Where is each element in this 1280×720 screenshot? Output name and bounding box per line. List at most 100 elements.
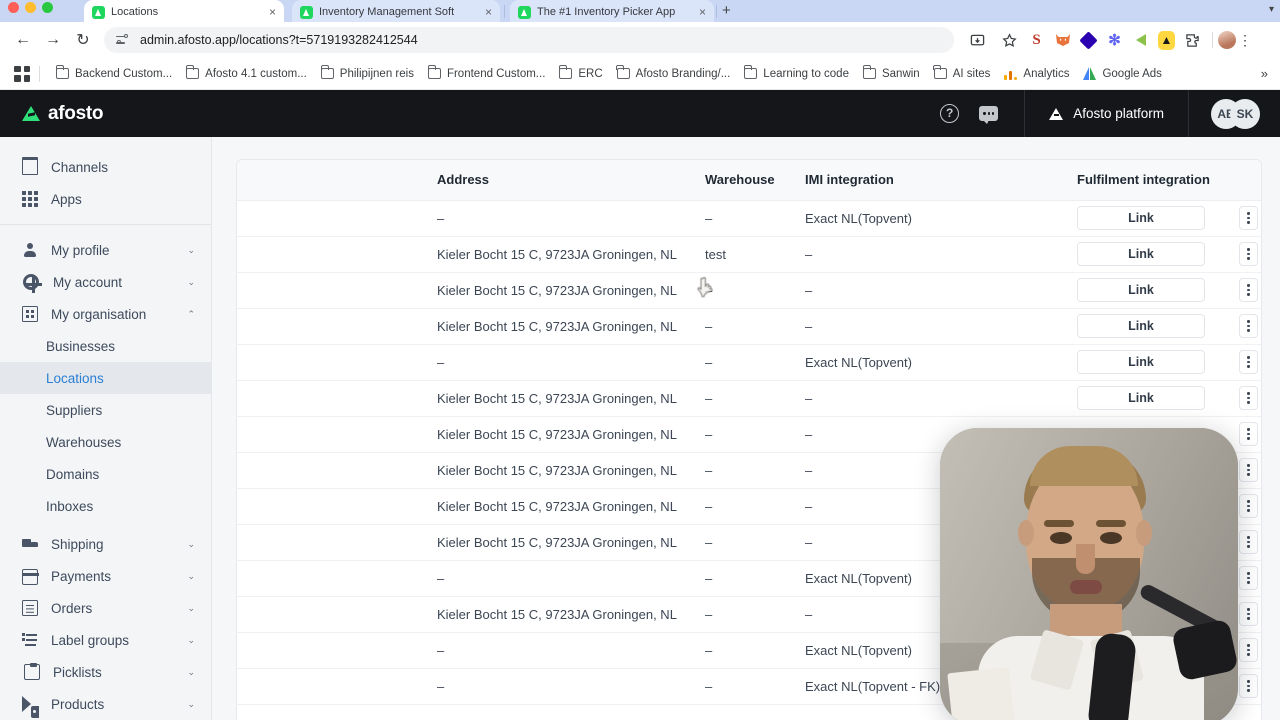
table-row[interactable]: Kieler Bocht 15 C, 9723JA Groningen, NL …: [237, 236, 1261, 273]
ext-puzzle-icon[interactable]: [1184, 32, 1201, 49]
sidebar-group-shipping[interactable]: Shipping ⌄: [0, 528, 211, 560]
chevron-down-icon[interactable]: ⌄: [187, 667, 195, 678]
close-tab-button[interactable]: ×: [263, 5, 276, 19]
help-icon[interactable]: ?: [940, 104, 960, 123]
bookmark-analytics[interactable]: Analytics: [997, 64, 1076, 83]
avatar-group[interactable]: AB SK: [1189, 98, 1280, 129]
row-menu-button[interactable]: [1239, 242, 1258, 266]
bookmark-afosto-branding[interactable]: Afosto Branding/...: [610, 65, 738, 83]
apps-grid-icon[interactable]: [14, 65, 30, 82]
sidebar-group-orders[interactable]: Orders ⌄: [0, 592, 211, 624]
sidebar-item-locations[interactable]: Locations: [0, 362, 211, 394]
bookmark-sanwin[interactable]: Sanwin: [856, 65, 927, 83]
chevron-down-icon[interactable]: ⌄: [187, 277, 195, 288]
link-button[interactable]: Link: [1077, 242, 1205, 266]
profile-avatar[interactable]: [1218, 31, 1236, 49]
chevron-down-icon[interactable]: ⌄: [187, 603, 195, 614]
link-button[interactable]: Link: [1077, 386, 1205, 410]
ext-play-icon[interactable]: [1132, 32, 1149, 49]
table-row[interactable]: Kieler Bocht 15 C, 9723JA Groningen, NL …: [237, 272, 1261, 309]
row-menu-button[interactable]: [1239, 314, 1258, 338]
browser-tab-inventory-management[interactable]: Inventory Management Soft ×: [292, 0, 500, 22]
webcam-eye-right: [1100, 532, 1122, 544]
chevron-up-icon[interactable]: ⌃: [187, 309, 195, 320]
new-tab-button[interactable]: +: [722, 3, 731, 19]
bookmark-google-ads[interactable]: Google Ads: [1076, 64, 1168, 83]
row-menu-button[interactable]: [1239, 566, 1258, 590]
row-menu-button[interactable]: [1239, 638, 1258, 662]
close-tab-button[interactable]: ×: [479, 5, 492, 19]
row-menu-button[interactable]: [1239, 494, 1258, 518]
star-icon[interactable]: [994, 25, 1024, 55]
back-button[interactable]: ←: [8, 25, 38, 55]
maximize-window-button[interactable]: [42, 2, 53, 13]
avatar[interactable]: SK: [1230, 98, 1260, 129]
row-menu-button[interactable]: [1239, 206, 1258, 230]
table-row[interactable]: – – Exact NL(Topvent) Link: [237, 344, 1261, 381]
row-menu-button[interactable]: [1239, 602, 1258, 626]
close-window-button[interactable]: [8, 2, 19, 13]
reload-button[interactable]: ↻: [68, 25, 98, 55]
bookmark-afosto-41-custom[interactable]: Afosto 4.1 custom...: [179, 65, 314, 83]
browser-tab-locations[interactable]: Locations ×: [84, 0, 284, 22]
platform-selector[interactable]: Afosto platform: [1025, 106, 1188, 121]
sidebar-group-picklists[interactable]: Picklists ⌄: [0, 656, 211, 688]
bookmark-erc[interactable]: ERC: [552, 65, 609, 83]
table-row[interactable]: – – Exact NL(Topvent) Link: [237, 200, 1261, 237]
bookmark-ai-sites[interactable]: AI sites: [927, 65, 998, 83]
bookmark-learning-to-code[interactable]: Learning to code: [737, 65, 856, 83]
sidebar-item-inboxes[interactable]: Inboxes: [0, 490, 211, 522]
browser-tab-inventory-picker[interactable]: The #1 Inventory Picker App ×: [510, 0, 714, 22]
chevron-down-icon[interactable]: ⌄: [187, 571, 195, 582]
bookmark-philipijnen-reis[interactable]: Philipijnen reis: [314, 65, 421, 83]
sidebar-item-channels[interactable]: Channels: [0, 151, 211, 183]
sidebar-item-businesses[interactable]: Businesses: [0, 330, 211, 362]
sidebar-group-label-groups[interactable]: Label groups ⌄: [0, 624, 211, 656]
webcam-video-overlay[interactable]: [940, 428, 1238, 720]
forward-button[interactable]: →: [38, 25, 68, 55]
bookmark-backend-custom[interactable]: Backend Custom...: [49, 65, 179, 83]
address-bar[interactable]: admin.afosto.app/locations?t=57191932824…: [104, 27, 954, 53]
ext-s-icon[interactable]: S: [1028, 32, 1045, 49]
close-tab-button[interactable]: ×: [693, 5, 706, 19]
bookmark-frontend-custom[interactable]: Frontend Custom...: [421, 65, 552, 83]
sidebar-group-my-profile[interactable]: My profile ⌄: [0, 234, 211, 266]
chevron-down-icon[interactable]: ⌄: [187, 539, 195, 550]
link-button[interactable]: Link: [1077, 278, 1205, 302]
row-menu-button[interactable]: [1239, 278, 1258, 302]
install-app-icon[interactable]: [962, 25, 992, 55]
chat-icon[interactable]: [979, 106, 999, 124]
table-row[interactable]: Kieler Bocht 15 C, 9723JA Groningen, NL …: [237, 380, 1261, 417]
sidebar-group-my-organisation[interactable]: My organisation ⌃: [0, 298, 211, 330]
tune-icon[interactable]: [116, 33, 130, 47]
chrome-menu-button[interactable]: ⋮: [1236, 32, 1254, 49]
sidebar-item-warehouses[interactable]: Warehouses: [0, 426, 211, 458]
row-menu-button[interactable]: [1239, 530, 1258, 554]
chevron-down-icon[interactable]: ▾: [1269, 4, 1274, 15]
bookmarks-overflow-button[interactable]: »: [1261, 66, 1268, 81]
row-menu-button[interactable]: [1239, 386, 1258, 410]
row-menu-button[interactable]: [1239, 422, 1258, 446]
sidebar-item-suppliers[interactable]: Suppliers: [0, 394, 211, 426]
chevron-down-icon[interactable]: ⌄: [187, 635, 195, 646]
sidebar-item-apps[interactable]: Apps: [0, 183, 211, 215]
ext-gear-icon[interactable]: ✻: [1106, 32, 1123, 49]
sidebar-group-products[interactable]: Products ⌄: [0, 688, 211, 720]
afosto-logo[interactable]: afosto: [22, 103, 104, 125]
ext-afosto-icon[interactable]: ▲: [1158, 30, 1175, 50]
row-menu-button[interactable]: [1239, 674, 1258, 698]
minimize-window-button[interactable]: [25, 2, 36, 13]
chevron-down-icon[interactable]: ⌄: [187, 245, 195, 256]
sidebar-group-my-account[interactable]: My account ⌄: [0, 266, 211, 298]
table-row[interactable]: Kieler Bocht 15 C, 9723JA Groningen, NL …: [237, 308, 1261, 345]
link-button[interactable]: Link: [1077, 314, 1205, 338]
link-button[interactable]: Link: [1077, 206, 1205, 230]
ext-fox-icon[interactable]: [1054, 32, 1071, 49]
ext-diamond-icon[interactable]: [1079, 30, 1098, 50]
sidebar-item-domains[interactable]: Domains: [0, 458, 211, 490]
row-menu-button[interactable]: [1239, 458, 1258, 482]
row-menu-button[interactable]: [1239, 350, 1258, 374]
chevron-down-icon[interactable]: ⌄: [187, 699, 195, 710]
sidebar-group-payments[interactable]: Payments ⌄: [0, 560, 211, 592]
link-button[interactable]: Link: [1077, 350, 1205, 374]
